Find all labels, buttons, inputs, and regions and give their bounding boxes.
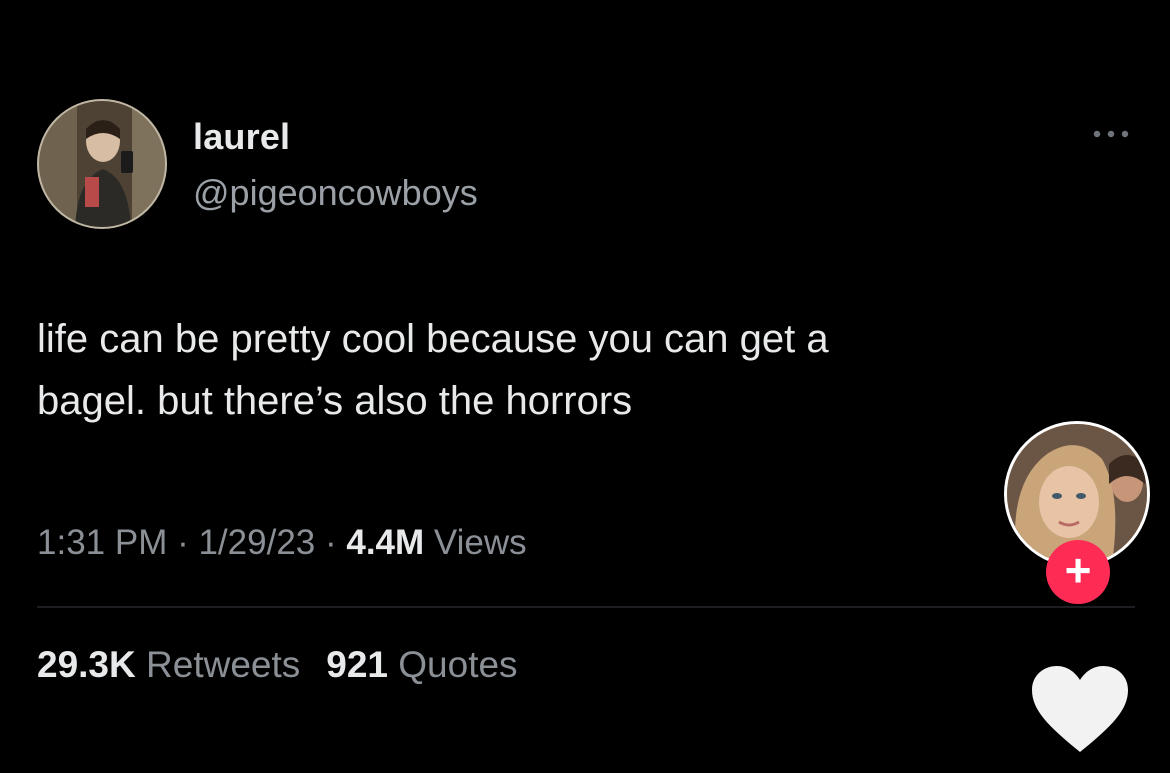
tweet-text-line: bagel. but there’s also the horrors <box>37 379 633 423</box>
retweets-count: 29.3K <box>37 644 136 685</box>
views-count: 4.4M <box>346 523 425 562</box>
meta-separator: · <box>167 523 199 562</box>
follow-button[interactable]: + <box>1046 540 1110 604</box>
quotes-label: Quotes <box>398 644 518 685</box>
tweet-time[interactable]: 1:31 PM <box>37 523 167 562</box>
author-display-name[interactable]: laurel <box>193 116 290 158</box>
retweets-label: Retweets <box>146 644 301 685</box>
tweet-text: life can be pretty cool because you can … <box>37 308 1047 432</box>
meta-separator: · <box>315 523 347 562</box>
avatar-photo <box>37 99 167 229</box>
tweet-stats: 29.3K Retweets 921 Quotes <box>37 644 518 686</box>
views-label: Views <box>433 523 527 562</box>
quotes-count: 921 <box>326 644 388 685</box>
heart-icon[interactable] <box>1030 664 1130 756</box>
author-avatar[interactable] <box>37 99 167 229</box>
tweet-text-line: life can be pretty cool because you can … <box>37 317 829 361</box>
quotes-stat[interactable]: 921 Quotes <box>326 644 517 685</box>
author-handle[interactable]: @pigeoncowboys <box>193 172 478 214</box>
retweets-stat[interactable]: 29.3K Retweets <box>37 644 300 685</box>
more-horizontal-icon[interactable] <box>1089 124 1133 144</box>
tweet-date[interactable]: 1/29/23 <box>198 523 315 562</box>
tweet-meta: 1:31 PM · 1/29/23 · 4.4M Views <box>37 523 527 563</box>
divider <box>37 606 1135 608</box>
